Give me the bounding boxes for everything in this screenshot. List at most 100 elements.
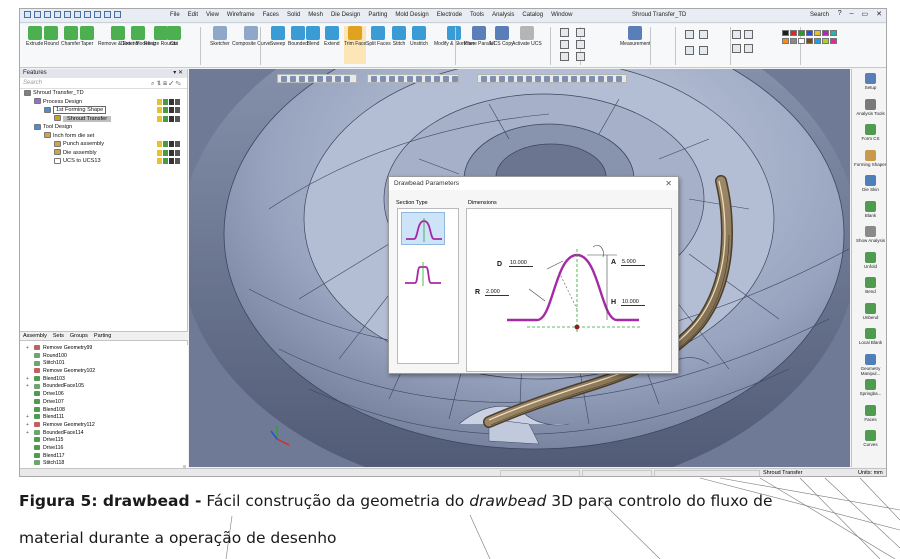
ribbon-button-extrude[interactable]: Extrude [26, 26, 43, 64]
view-tool-icon[interactable] [571, 76, 577, 82]
dim-h-value[interactable]: 10.000 [621, 299, 645, 306]
menu-item-edit[interactable]: Edit [188, 12, 198, 18]
ribbon-small-tool-icon[interactable] [699, 30, 708, 39]
visibility-toggle-icon[interactable] [157, 107, 162, 113]
menu-item-window[interactable]: Window [551, 12, 572, 18]
ribbon-button-chamfer[interactable]: Chamfer [61, 26, 80, 64]
expand-icon[interactable]: + [26, 430, 29, 438]
visibility-toggle-icon[interactable] [175, 115, 180, 122]
history-item[interactable]: Drive107 [20, 399, 188, 407]
history-item[interactable]: Stitch101 [20, 360, 188, 368]
tool-forming-shapes[interactable]: Forming Shapes [852, 149, 886, 167]
ribbon-small-tool-icon[interactable] [576, 28, 585, 37]
tree-item[interactable]: Inch form die set [20, 132, 187, 141]
ribbon-small-tool-icon[interactable] [560, 52, 569, 61]
tree-status-icons[interactable] [157, 158, 180, 164]
ribbon-small-tool-icon[interactable] [744, 44, 753, 53]
visibility-toggle-icon[interactable] [175, 107, 180, 113]
color-swatch[interactable] [822, 38, 829, 44]
close-icon[interactable]: ✕ [665, 177, 672, 190]
tool-geometry-manipul-[interactable]: Geometry Manipul... [852, 353, 886, 376]
ribbon-button-taper[interactable]: Taper [80, 26, 94, 64]
view-tool-icon[interactable] [389, 76, 395, 82]
ribbon-button-measurement[interactable]: Measurement [620, 26, 651, 64]
ribbon-button-unstitch[interactable]: Unstitch [410, 26, 428, 64]
menu-item-parting[interactable]: Parting [368, 12, 387, 18]
dim-a-value[interactable]: 5.000 [621, 259, 645, 266]
color-swatch[interactable] [790, 30, 797, 36]
close-window-icon[interactable]: ✕ [876, 10, 882, 18]
visibility-toggle-icon[interactable] [169, 98, 174, 105]
view-tool-icon[interactable] [544, 76, 550, 82]
visibility-toggle-icon[interactable] [169, 141, 174, 147]
view-tool-icon[interactable] [598, 76, 604, 82]
tree-item[interactable]: Die assembly [20, 149, 187, 158]
visibility-toggle-icon[interactable] [157, 115, 162, 122]
tool-springba-[interactable]: Springba... [852, 379, 886, 396]
open-file-icon[interactable] [34, 11, 41, 18]
color-swatch[interactable] [822, 30, 829, 36]
ribbon-button-sweep[interactable]: Sweep [270, 26, 285, 64]
visibility-toggle-icon[interactable] [163, 115, 168, 122]
panel-pin-close-icon[interactable]: ▾ ✕ [173, 69, 183, 78]
view-tool-icon[interactable] [553, 76, 559, 82]
view-tool-icon[interactable] [425, 76, 431, 82]
history-item[interactable]: Drive115 [20, 437, 188, 445]
ribbon-button-sketcher[interactable]: Sketcher [210, 26, 230, 64]
color-swatch[interactable] [782, 30, 789, 36]
visibility-toggle-icon[interactable] [169, 158, 174, 164]
history-item[interactable]: Stitch118 [20, 460, 188, 468]
tree-item[interactable]: Process Design [20, 98, 187, 107]
visibility-toggle-icon[interactable] [157, 98, 162, 105]
color-swatch[interactable] [790, 38, 797, 44]
visibility-toggle-icon[interactable] [163, 149, 168, 156]
tool-curves[interactable]: Curves [852, 430, 886, 447]
visibility-toggle-icon[interactable] [175, 149, 180, 156]
tree-item[interactable]: Tool Design [20, 123, 187, 132]
ribbon-small-tool-icon[interactable] [744, 30, 753, 39]
view-tool-icon[interactable] [607, 76, 613, 82]
ribbon-small-tool-icon[interactable] [560, 40, 569, 49]
view-tool-icon[interactable] [299, 76, 305, 82]
section-type-round-option[interactable] [401, 212, 445, 245]
view-toolbar-right[interactable] [477, 74, 627, 83]
tab-sets[interactable]: Sets [53, 332, 64, 340]
view-tool-icon[interactable] [326, 76, 332, 82]
color-swatch[interactable] [806, 38, 813, 44]
menu-item-electrode[interactable]: Electrode [437, 12, 462, 18]
menu-item-view[interactable]: View [206, 12, 219, 18]
tool-local-blank[interactable]: Local Blank [852, 328, 886, 345]
tree-item[interactable]: Punch assembly [20, 140, 187, 149]
view-tool-icon[interactable] [452, 76, 458, 82]
tree-status-icons[interactable] [157, 115, 180, 122]
visibility-toggle-icon[interactable] [169, 107, 174, 113]
menu-item-catalog[interactable]: Catalog [522, 12, 543, 18]
color-swatch[interactable] [782, 38, 789, 44]
redo-icon[interactable] [74, 11, 81, 18]
ribbon-small-tool-icon[interactable] [576, 52, 585, 61]
tree-item[interactable]: 1st Forming Shape [20, 106, 187, 115]
tool-show-analysis[interactable]: Show Analysis [852, 226, 886, 243]
tree-item[interactable]: UCS to UCS13 [20, 157, 187, 166]
tool-blank[interactable]: Blank [852, 200, 886, 218]
section-type-rect-option[interactable] [401, 257, 445, 290]
tab-assembly[interactable]: Assembly [23, 332, 47, 340]
tool-faces[interactable]: Faces [852, 404, 886, 422]
history-item[interactable]: Blend117 [20, 453, 188, 461]
view-tool-icon[interactable] [499, 76, 505, 82]
view-tool-icon[interactable] [517, 76, 523, 82]
menu-item-wireframe[interactable]: Wireframe [227, 12, 255, 18]
ribbon-small-tool-icon[interactable] [560, 28, 569, 37]
tool-setup[interactable]: Setup [852, 73, 886, 90]
view-tool-icon[interactable] [398, 76, 404, 82]
ribbon-button-ucs-copy[interactable]: UCS Copy [490, 26, 514, 64]
history-item[interactable]: + Remove Geometry99 [20, 345, 188, 353]
view-tool-icon[interactable] [481, 76, 487, 82]
tab-groups[interactable]: Groups [70, 332, 88, 340]
ribbon-small-tool-icon[interactable] [685, 30, 694, 39]
tree-status-icons[interactable] [157, 98, 180, 105]
history-item[interactable]: Drive106 [20, 391, 188, 399]
expand-icon[interactable]: + [26, 422, 29, 430]
ribbon-button-split-faces[interactable]: Split Faces [366, 26, 391, 64]
dim-d-value[interactable]: 10.000 [509, 260, 533, 267]
